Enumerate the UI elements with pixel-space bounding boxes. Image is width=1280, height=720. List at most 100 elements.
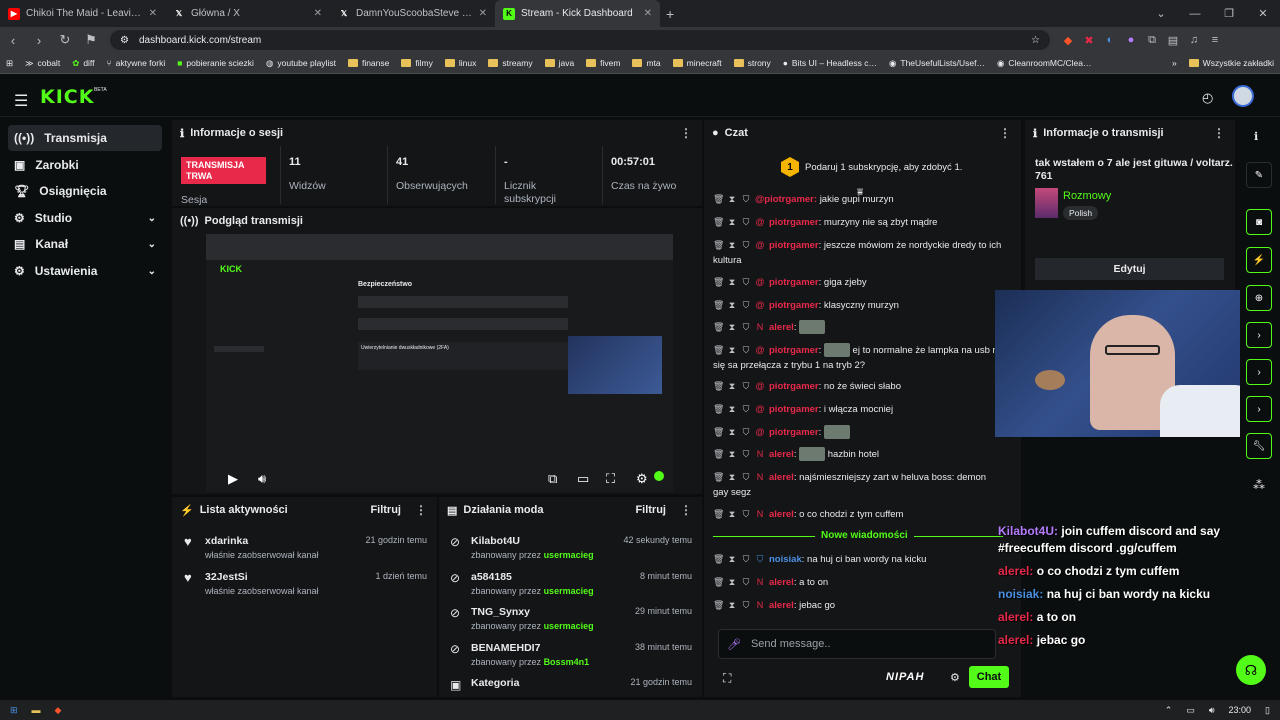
forward-icon[interactable]: › (32, 33, 46, 48)
chat-username[interactable]: piotrgamer (769, 277, 819, 288)
extension-icon[interactable]: ● (1125, 34, 1137, 46)
brave-icon[interactable]: ◆ (55, 705, 62, 716)
chat-username[interactable]: noisiak (769, 554, 802, 565)
bookmark-folder[interactable]: java (544, 58, 574, 68)
apps-icon[interactable]: ⁂ (1253, 478, 1265, 492)
chat-message[interactable]: 🗑︎ ⧗ ⛉ Νalerel: a to on (713, 575, 1003, 590)
chat-username[interactable]: alerel (769, 322, 794, 333)
bookmark-icon[interactable]: ⚑ (84, 32, 98, 48)
chat-message[interactable]: 🗑︎ ⧗ ⛉ @ piotrgamer: giga zjeby (713, 275, 1003, 290)
sub-promo-text[interactable]: Podaruj 1 subskrypcję, aby zdobyć 1. (805, 162, 962, 173)
extension-icon[interactable]: ✖ (1083, 34, 1095, 47)
kebab-menu-icon[interactable]: ⋮ (999, 126, 1011, 140)
action-icon[interactable]: › (1246, 396, 1272, 422)
volume-icon[interactable]: 🔊︎ (258, 471, 266, 487)
all-bookmarks-folder[interactable]: Wszystkie zakładki (1188, 58, 1274, 68)
bookmark-folder[interactable]: minecraft (672, 58, 722, 68)
chat-message[interactable]: 🗑︎ ⧗ ⛉ @ piotrgamer: klasyczny murzyn (713, 298, 1003, 313)
network-icon[interactable]: ▭ (1186, 705, 1195, 716)
bookmark-item[interactable]: ◍ youtube playlist (266, 58, 336, 69)
close-window-icon[interactable]: ✕ (1246, 0, 1280, 27)
tray-chevron-icon[interactable]: ⌃ (1165, 705, 1173, 716)
bookmark-folder[interactable]: linux (444, 58, 476, 68)
menu-icon[interactable]: ≡ (1209, 34, 1221, 46)
mod-action-item[interactable]: BENAMEHDI7 zbanowany przez Bossm4n1 38 min… (471, 642, 692, 667)
chat-username[interactable]: alerel (769, 472, 794, 483)
clock-icon[interactable]: ◴ (1202, 90, 1213, 106)
nipah-emote-button[interactable]: NIPAH (886, 671, 924, 683)
star-icon[interactable]: ☆ (1031, 35, 1040, 46)
chat-username[interactable]: alerel (769, 600, 794, 611)
close-icon[interactable]: ✕ (479, 8, 487, 19)
chat-username[interactable]: piotrgamer (769, 381, 819, 392)
chat-message[interactable]: 🗑︎ ⧗ ⛉ @ piotrgamer: no że świeci słabo (713, 379, 1003, 394)
browser-tab[interactable]: 𝕏 Główna / X ✕ (165, 0, 330, 27)
chat-message[interactable]: 🗑︎ ⧗ ⛉ @ piotrgamer: (713, 425, 1003, 440)
file-explorer-icon[interactable]: ▬ (32, 705, 41, 715)
kick-logo[interactable]: KICK (40, 86, 94, 108)
camera-icon[interactable]: ◙ (1246, 209, 1272, 235)
chat-send-button[interactable]: Chat (969, 666, 1009, 688)
chat-message[interactable]: 🗑︎ ⧗ ⛉ @piotrgamer: jakie gupi murzyn (713, 192, 1003, 204)
filter-button[interactable]: Filtruj (370, 504, 401, 516)
stream-preview-video[interactable]: KICK Bezpieczeństwo Uwierzytelnianie dwu… (206, 234, 673, 492)
bookmark-item[interactable]: ≫ cobalt (25, 58, 60, 68)
clock[interactable]: 23:00 (1229, 705, 1252, 715)
chat-username[interactable]: piotrgamer (769, 217, 819, 228)
kebab-menu-icon[interactable]: ⋮ (680, 503, 692, 517)
bookmark-folder[interactable]: streamy (488, 58, 533, 68)
hamburger-icon[interactable]: ☰ (14, 91, 28, 111)
bookmark-item[interactable]: ■ pobieranie sciezki (177, 58, 254, 68)
chat-username[interactable]: piotrgamer (769, 240, 819, 251)
extensions-icon[interactable]: ⧉ (1146, 34, 1158, 47)
brave-shield-icon[interactable]: ◆ (1062, 34, 1074, 47)
chat-message[interactable]: 🗑︎ ⧗ ⛉ @ piotrgamer: ej to normalne że lampk… (713, 343, 1003, 373)
bookmark-item[interactable]: ◉ TheUsefulLists/Usef… (889, 58, 985, 69)
edit-icon[interactable]: ✎ (1246, 162, 1272, 188)
wrench-icon[interactable]: 🔧︎ (1246, 433, 1272, 459)
new-tab-icon[interactable]: + (666, 6, 674, 22)
chat-message[interactable]: 🗑︎ ⧗ ⛉ Νalerel: jebac go (713, 598, 1003, 613)
bookmark-item[interactable]: ⑂ aktywne forki (107, 58, 166, 68)
chat-message[interactable]: 🗑︎ ⧗ ⛉ Νalerel: najśmieszniejszy zart w hel… (713, 470, 1003, 500)
close-icon[interactable]: ✕ (644, 8, 652, 19)
windows-start-icon[interactable]: ⊞ (10, 705, 18, 716)
chat-message[interactable]: 🗑︎ ⧗ ⛉ Νalerel: o co chodzi z tym cuffem (713, 507, 1003, 522)
apps-icon[interactable]: ⊞ (6, 58, 13, 69)
chat-username[interactable]: alerel (769, 449, 794, 460)
bookmark-item[interactable]: ✿ diff (72, 58, 94, 69)
chat-username[interactable]: alerel (769, 577, 794, 588)
sidebar-icon[interactable]: ▤ (1167, 34, 1179, 47)
avatar[interactable] (1232, 85, 1254, 107)
sidebar-item-studio[interactable]: ⚙ Studio ⌄ (8, 205, 162, 231)
playlist-icon[interactable]: ♫ (1188, 34, 1200, 46)
bookmark-item[interactable]: ◉ CleanroomMC/Clea… (997, 58, 1092, 69)
chat-username[interactable]: piotrgamer (769, 404, 819, 415)
action-icon[interactable]: › (1246, 359, 1272, 385)
mod-action-item[interactable]: Kilabot4U zbanowany przez usermacieg 42 se… (471, 535, 692, 560)
chat-message[interactable]: 🗑︎ ⧗ ⛉ ⛉ noisiak: na huj ci ban wordy na kic… (713, 552, 1003, 567)
filter-button[interactable]: Filtruj (635, 504, 666, 516)
site-info-icon[interactable]: ⚙ (120, 35, 129, 46)
chat-input[interactable]: 🎤︎ Send message.. (718, 629, 996, 659)
mod-action-item[interactable]: TNG_Synxy zbanowany przez usermacieg 29 mi… (471, 606, 692, 631)
gear-icon[interactable]: ⚙ (636, 471, 648, 487)
reload-icon[interactable]: ↻ (58, 32, 72, 48)
category-link[interactable]: Rozmowy (1063, 190, 1111, 202)
more-bookmarks-icon[interactable]: » (1172, 58, 1177, 68)
edit-button[interactable]: Edytuj (1035, 258, 1224, 280)
bookmark-folder[interactable]: fivem (586, 58, 620, 68)
gift-icon[interactable]: ⛶ (723, 671, 731, 686)
support-button[interactable]: ☊ (1236, 655, 1266, 685)
kebab-menu-icon[interactable]: ⋮ (1213, 126, 1225, 140)
back-icon[interactable]: ‹ (6, 33, 20, 48)
mod-action-item[interactable]: Kategoria 21 godzin temu (471, 677, 692, 689)
chat-message[interactable]: 🗑︎ ⧗ ⛉ @ piotrgamer: jeszcze mówiom że nordy… (713, 238, 1003, 268)
chat-username[interactable]: piotrgamer (769, 300, 819, 311)
sidebar-item-zarobki[interactable]: ▣ Zarobki (8, 152, 162, 178)
sidebar-item-transmisja[interactable]: ((•)) Transmisja (8, 125, 162, 151)
mod-action-item[interactable]: a584185 zbanowany przez usermacieg 8 minut… (471, 571, 692, 596)
bookmark-folder[interactable]: finanse (347, 58, 389, 68)
minimize-icon[interactable]: — (1178, 0, 1212, 27)
action-icon[interactable]: › (1246, 322, 1272, 348)
